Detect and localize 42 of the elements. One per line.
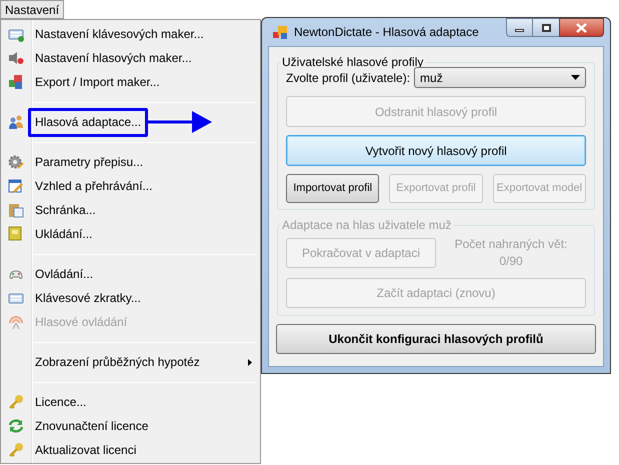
people-icon [8,114,24,130]
menu-item[interactable]: Znovunačtení licence [1,414,260,438]
close-button[interactable] [559,18,604,37]
menu-item[interactable]: Schránka... [1,198,260,222]
menu-item[interactable]: Klávesové zkratky... [1,286,260,310]
refresh-icon [8,418,24,434]
menu-bar-item[interactable]: Nastavení [0,0,64,19]
menu-item[interactable]: Hlasová adaptace... [1,110,260,134]
cubes-icon [8,74,24,90]
count-value: 0/90 [499,253,523,270]
field-label: Zvolte profil (uživatele): [286,70,410,86]
window-pencil-icon [8,178,24,194]
minimize-button[interactable] [506,18,533,37]
profile-dropdown[interactable]: muž [414,67,586,88]
menu-item[interactable]: Ovládání... [1,262,260,286]
clipboard-icon [8,202,24,218]
close-icon [576,22,587,32]
menu-item[interactable]: Parametry přepisu... [1,150,260,174]
speaker-icon [8,50,24,66]
count-label: Počet nahraných vět: [454,236,568,253]
dropdown-arrow-icon [571,75,580,80]
menu-item[interactable]: Nastavení klávesových maker... [1,22,260,46]
arrow-icon [148,111,212,133]
menu-item[interactable]: Vzhled a přehrávání... [1,174,260,198]
window-title: NewtonDictate - Hlasová adaptace [294,24,479,41]
button[interactable]: Ukončit konfiguraci hlasových profilů [276,324,596,354]
gear-icon [8,154,24,170]
button[interactable]: Importovat profil [286,174,380,203]
menu-item[interactable]: Nastavení hlasových maker... [1,46,260,70]
menu-item[interactable]: Export / Import maker... [1,70,260,94]
key-icon [8,394,24,410]
submenu-arrow-icon [248,358,252,366]
signal-icon [8,314,24,330]
menu-item[interactable]: Ukládání... [1,222,260,246]
button[interactable]: Vytvořit nový hlasový profil [286,135,586,166]
menu-item[interactable]: Aktualizovat licenci [1,438,260,462]
app-icon [272,24,288,40]
menu-item[interactable]: Zobrazení průběžných hypotéz [1,350,260,374]
maximize-button[interactable] [533,18,559,37]
key-icon [8,442,24,458]
menu-item[interactable]: Licence... [1,390,260,414]
group-label: Adaptace na hlas uživatele muž [281,217,452,234]
